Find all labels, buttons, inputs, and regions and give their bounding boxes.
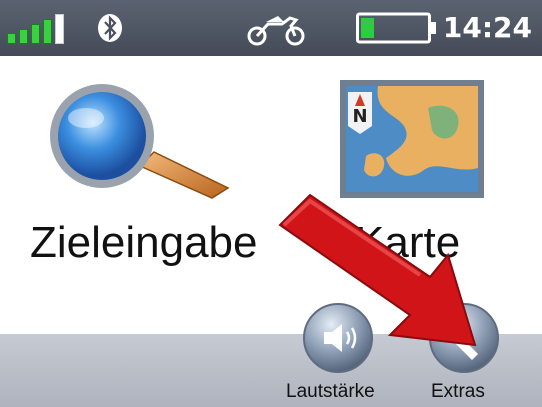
status-bar: 14:24	[0, 0, 542, 56]
red-arrow-icon	[278, 193, 477, 347]
zieleingabe-tile[interactable]	[42, 78, 237, 208]
map-icon: N	[340, 80, 484, 198]
battery-icon	[356, 12, 436, 44]
signal-strength-icon	[7, 14, 77, 44]
svg-text:N: N	[352, 106, 367, 127]
volume-label: Lautstärke	[286, 381, 375, 402]
clock-time: 14:24	[442, 11, 532, 44]
motorcycle-icon	[247, 16, 305, 46]
bluetooth-icon	[98, 14, 122, 42]
karte-tile[interactable]: N	[338, 78, 486, 200]
magnifier-icon	[50, 84, 230, 199]
zieleingabe-label: Zieleingabe	[30, 218, 258, 267]
extras-label: Extras	[431, 381, 485, 402]
